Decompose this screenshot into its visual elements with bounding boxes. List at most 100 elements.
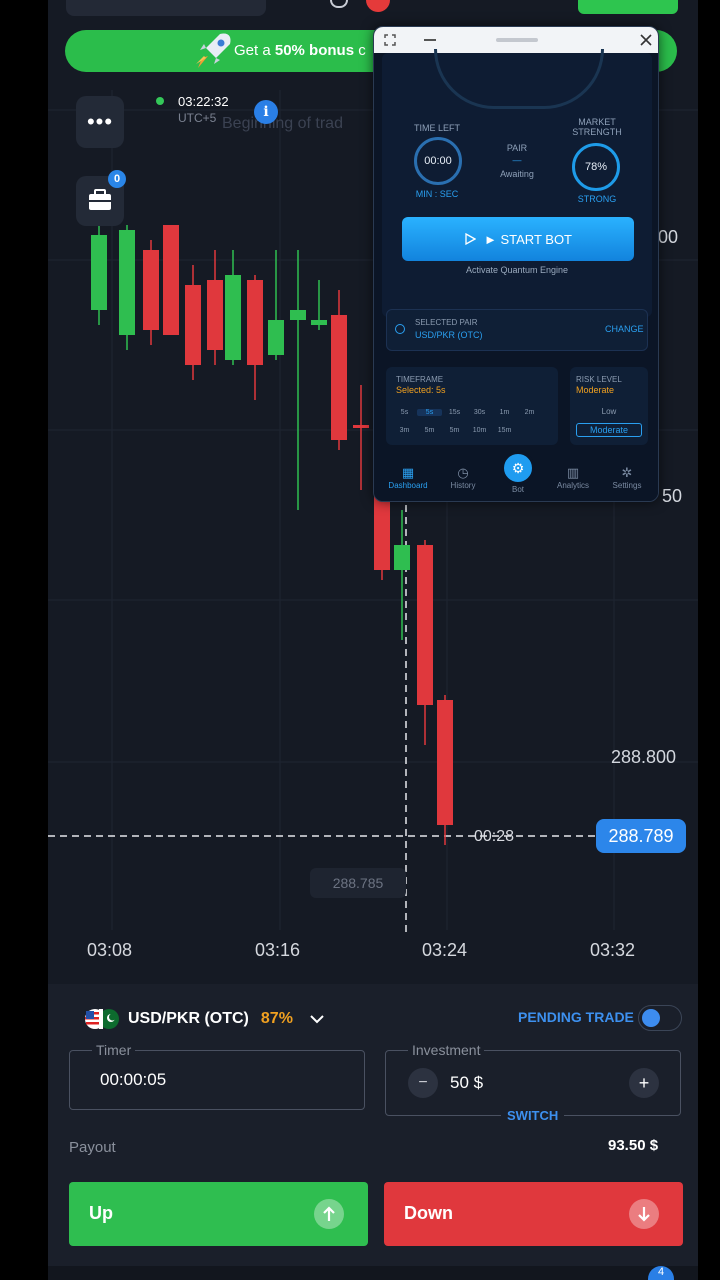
time-tick-0332: 03:32 (590, 940, 636, 960)
close-icon[interactable] (640, 34, 652, 46)
timeframe-option-10[interactable]: 15m (492, 427, 517, 434)
timeframe-option-1[interactable]: 5s (417, 409, 442, 416)
deposit-button[interactable] (578, 0, 678, 14)
decrease-investment-button[interactable]: − (408, 1068, 438, 1098)
settings-icon: ✲ (621, 465, 633, 480)
candle-body-1 (119, 230, 135, 335)
start-bot-label: ► START BOT (484, 231, 572, 247)
timeframe-option-4[interactable]: 1m (492, 409, 517, 416)
promo-text: Get a 50% bonus c (234, 42, 366, 59)
bottom-nav-bar (48, 1266, 698, 1280)
expand-icon[interactable] (384, 34, 396, 46)
timer-value[interactable]: 00:00:05 (100, 1070, 166, 1090)
online-indicator (156, 97, 164, 105)
time-left-gauge: 00:00 (414, 137, 462, 185)
payout-value: 93.50 $ (608, 1137, 659, 1154)
timeframe-option-5[interactable]: 2m (517, 409, 542, 416)
timeframe-options: 5s 5s 15s 30s 1m 2m3m 5m 5m 10m 15m (392, 401, 552, 437)
timeframe-card: TIMEFRAME Selected: 5s 5s 5s 15s 30s 1m 2m3m 5… (386, 367, 558, 445)
time-left-unit: MIN : SEC (415, 189, 459, 199)
nav-bot-label: Bot (511, 485, 524, 494)
investment-value[interactable]: 50 $ (450, 1073, 483, 1093)
target-icon (395, 324, 405, 334)
increase-investment-button[interactable]: + (629, 1068, 659, 1098)
robot-icon: ⚙ (501, 451, 535, 485)
candle-body-15 (417, 545, 433, 705)
pair-value: — (512, 155, 522, 165)
time-tick-0308: 03:08 (87, 940, 133, 960)
time-left-label: TIME LEFT (413, 123, 460, 133)
asset-selector[interactable]: USD/PKR (OTC) 87% (84, 1008, 325, 1030)
drag-handle[interactable] (496, 38, 538, 42)
play-icon (465, 233, 476, 245)
chevron-down-icon (310, 1015, 324, 1024)
timeframe-label: TIMEFRAME (396, 375, 444, 384)
start-bot-button[interactable]: ► START BOT (402, 217, 634, 261)
selected-pair-value: USD/PKR (OTC) (415, 330, 483, 340)
more-dots-icon: ••• (86, 109, 114, 134)
timeframe-option-7[interactable]: 5m (417, 427, 442, 434)
time-tick-0316: 03:16 (255, 940, 301, 960)
time-left-value: 00:00 (424, 155, 452, 167)
bot-nav: ▦ Dashboard ◷ History ⚙ Bot ▥ Analytics … (374, 451, 658, 501)
asset-payout-percent: 87% (260, 1010, 293, 1027)
history-icon: ◷ (457, 465, 469, 480)
risk-option-moderate[interactable]: Moderate (576, 423, 642, 437)
timer-label: Timer (92, 1042, 136, 1058)
risk-option-low[interactable]: Low (576, 407, 642, 416)
flag-icon (84, 1008, 120, 1030)
nav-analytics[interactable]: ▥ Analytics (549, 465, 597, 490)
chart-overlay-text: Beginning of trad (222, 115, 343, 132)
payout-label: Payout (69, 1139, 116, 1156)
down-button[interactable]: Down (384, 1182, 683, 1246)
promo-bonus: 50% bonus (274, 42, 355, 59)
nav-bot[interactable]: ⚙ Bot (494, 451, 542, 494)
candle-body-11 (331, 315, 347, 440)
candle-body-6 (225, 275, 241, 360)
candle-body-10 (311, 320, 327, 325)
nav-dashboard-label: Dashboard (388, 481, 428, 490)
minimize-icon[interactable] (424, 39, 436, 43)
pair-status: Awaiting (500, 169, 534, 179)
nav-history[interactable]: ◷ History (439, 465, 487, 490)
nav-settings[interactable]: ✲ Settings (603, 465, 651, 490)
price-label-288800: 288.800 (611, 747, 677, 767)
nav-settings-label: Settings (612, 481, 642, 490)
price-label-mid: 50 (662, 486, 683, 506)
timeframe-option-6[interactable]: 3m (392, 427, 417, 434)
investment-label: Investment (408, 1042, 485, 1058)
candle-body-16 (437, 700, 453, 825)
change-pair-button[interactable]: CHANGE (605, 324, 644, 334)
timeframe-option-8[interactable]: 5m (442, 427, 467, 434)
candle-body-4 (185, 285, 201, 365)
up-button[interactable]: Up (69, 1182, 368, 1246)
timezone-label: UTC+5 (178, 111, 217, 125)
candle-body-5 (207, 280, 223, 350)
price-label-top: 00 (658, 227, 679, 247)
timeframe-option-9[interactable]: 10m (467, 427, 492, 434)
more-menu-button[interactable]: ••• (76, 96, 124, 148)
pending-trade-label: PENDING TRADE (518, 1009, 634, 1025)
nav-analytics-label: Analytics (556, 481, 589, 490)
candle-body-2 (143, 250, 159, 330)
arrow-down-icon (629, 1199, 659, 1229)
switch-button[interactable]: SWITCH (501, 1108, 565, 1123)
timeframe-option-0[interactable]: 5s (392, 409, 417, 416)
timeframe-option-3[interactable]: 30s (467, 409, 492, 416)
portfolio-badge: 0 (108, 170, 126, 188)
server-time: 03:22:32 (178, 94, 229, 109)
hover-price-tag: 288.785 (310, 868, 406, 898)
candle-countdown: 00:28 (474, 828, 515, 845)
selected-pair-card[interactable]: SELECTED PAIR USD/PKR (OTC) CHANGE (386, 309, 648, 351)
nav-dashboard[interactable]: ▦ Dashboard (384, 465, 432, 490)
risk-level-value: Moderate (576, 385, 615, 395)
info-icon[interactable]: i (254, 100, 278, 124)
timeframe-option-2[interactable]: 15s (442, 409, 467, 416)
risk-level-card: RISK LEVEL Moderate Low Moderate (570, 367, 648, 445)
promo-suffix: c (354, 42, 366, 59)
candle-body-9 (290, 310, 306, 320)
account-pill[interactable] (66, 0, 266, 16)
candle-body-7 (247, 280, 263, 365)
activate-text: Activate Quantum Engine (465, 265, 569, 275)
grid-icon: ▦ (401, 465, 415, 480)
